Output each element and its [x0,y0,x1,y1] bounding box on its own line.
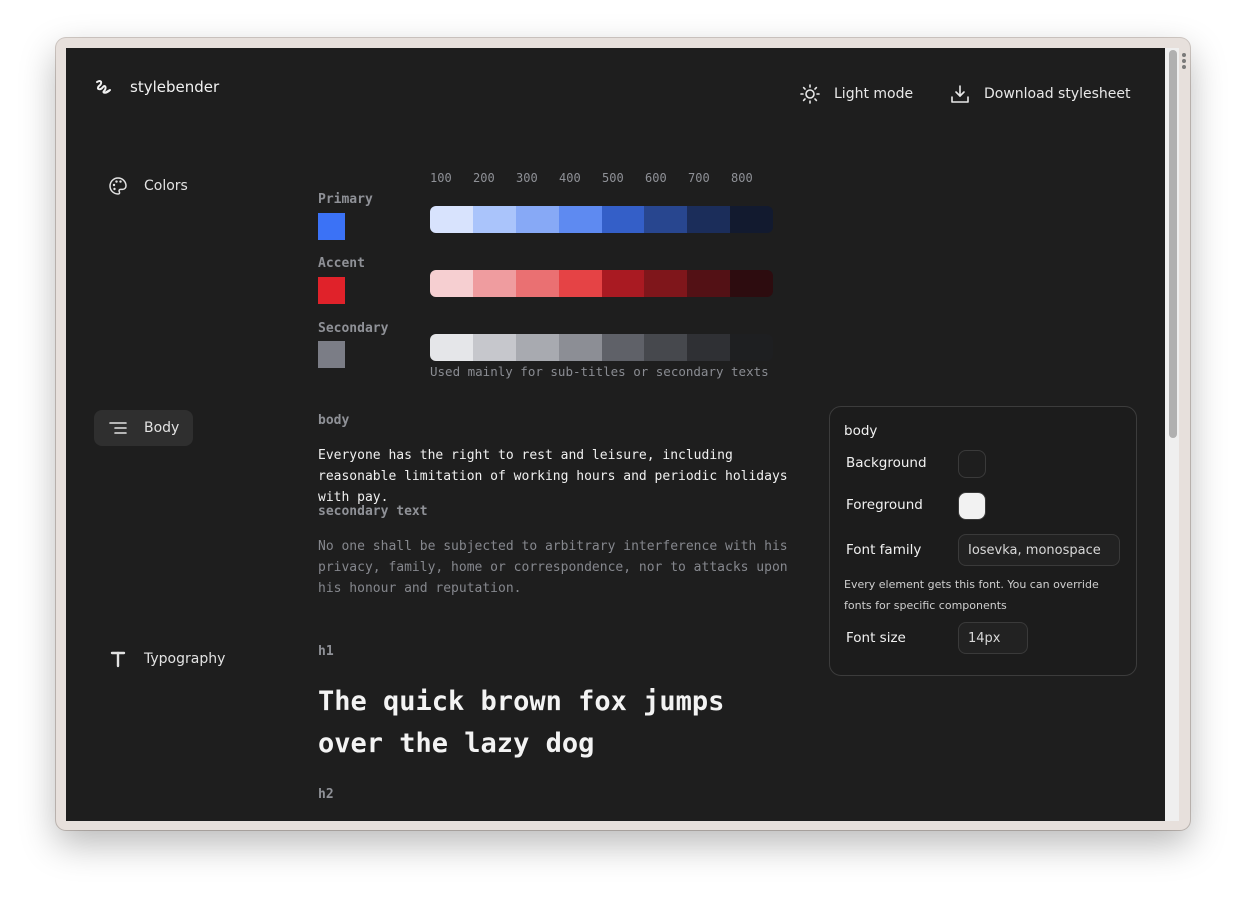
sun-icon [800,84,820,104]
accent-ramp-shade[interactable] [687,270,731,297]
secondary-ramp-shade[interactable] [430,334,473,361]
primary-ramp-shade[interactable] [730,206,773,233]
accent-swatch[interactable] [318,277,345,304]
foreground-color-swatch[interactable] [958,492,986,520]
primary-ramp-shade[interactable] [687,206,731,233]
primary-ramp-shade[interactable] [601,206,645,233]
background-color-swatch[interactable] [958,450,986,478]
shade-tick: 500 [602,171,624,185]
secondary-ramp-shade[interactable] [515,334,559,361]
font-size-label: Font size [846,630,906,646]
primary-ramp-shade[interactable] [515,206,559,233]
nav-item-typography[interactable]: Typography [94,641,239,677]
accent-ramp-shade[interactable] [558,270,602,297]
primary-ramp-shade[interactable] [558,206,602,233]
shade-tick: 700 [688,171,710,185]
secondary-swatch[interactable] [318,341,345,368]
primary-label: Primary [318,192,373,207]
panel-title: body [844,423,878,439]
nav-label-body: Body [144,420,180,436]
font-family-note: Every element gets this font. You can ov… [844,578,1099,612]
body-sample-text: Everyone has the right to rest and leisu… [318,448,788,505]
shade-ticks: 100 200 300 400 500 600 700 800 [430,171,774,185]
primary-ramp[interactable] [430,206,773,233]
secondary-ramp-shade[interactable] [687,334,731,361]
font-family-input[interactable]: Iosevka, monospace [958,534,1120,566]
secondary-ramp-shade[interactable] [644,334,688,361]
secondary-ramp-shade[interactable] [472,334,516,361]
scrollbar-thumb[interactable] [1169,50,1177,438]
background-label: Background [846,455,927,471]
app-logo[interactable]: stylebender [94,78,219,96]
secondary-ramp-shade[interactable] [558,334,602,361]
shade-tick: 200 [473,171,495,185]
accent-label: Accent [318,256,365,271]
secondary-ramp-shade[interactable] [730,334,773,361]
download-label: Download stylesheet [984,86,1131,102]
secondary-ramp-shade[interactable] [601,334,645,361]
download-stylesheet-button[interactable]: Download stylesheet [950,84,1131,104]
download-icon [951,85,969,103]
secondary-ramp[interactable] [430,334,773,361]
app-window: stylebender Light mode Download styleshe… [66,48,1165,821]
body-settings-panel: body Background Foreground Font family I… [829,406,1137,676]
palette-icon [109,177,127,195]
text-align-icon [109,422,127,434]
primary-ramp-shade[interactable] [472,206,516,233]
shade-tick: 600 [645,171,667,185]
h2-label: h2 [318,787,334,802]
shade-tick: 100 [430,171,452,185]
app-name: stylebender [130,78,220,96]
font-family-label: Font family [846,542,922,558]
nav-label-colors: Colors [144,178,188,194]
more-icon[interactable] [1182,53,1187,71]
accent-ramp-shade[interactable] [515,270,559,297]
light-mode-button[interactable]: Light mode [800,84,913,104]
accent-ramp-shade[interactable] [430,270,473,297]
secondary-label: Secondary [318,321,389,336]
nav-item-body[interactable]: Body [94,410,194,446]
secondary-sample-text: No one shall be subjected to arbitrary i… [318,539,788,596]
primary-swatch[interactable] [318,213,345,240]
h1-sample: The quick brown fox jumps over the lazy … [318,686,725,759]
nav-label-typography: Typography [144,651,226,667]
accent-ramp-shade[interactable] [472,270,516,297]
secondary-caption: Used mainly for sub-titles or secondary … [430,364,769,379]
secondary-text-label: secondary text [318,504,428,519]
typography-icon [110,651,126,668]
accent-ramp-shade[interactable] [644,270,688,297]
foreground-label: Foreground [846,497,923,513]
shade-tick: 400 [559,171,581,185]
accent-ramp[interactable] [430,270,773,297]
primary-ramp-shade[interactable] [430,206,473,233]
font-size-input[interactable]: 14px [958,622,1028,654]
nav-item-colors[interactable]: Colors [94,168,202,204]
light-mode-label: Light mode [834,86,914,102]
stylebender-logo-icon [96,79,111,94]
shade-tick: 300 [516,171,538,185]
h1-label: h1 [318,644,334,659]
accent-ramp-shade[interactable] [730,270,773,297]
body-label: body [318,413,350,428]
accent-ramp-shade[interactable] [601,270,645,297]
primary-ramp-shade[interactable] [644,206,688,233]
shade-tick: 800 [731,171,753,185]
